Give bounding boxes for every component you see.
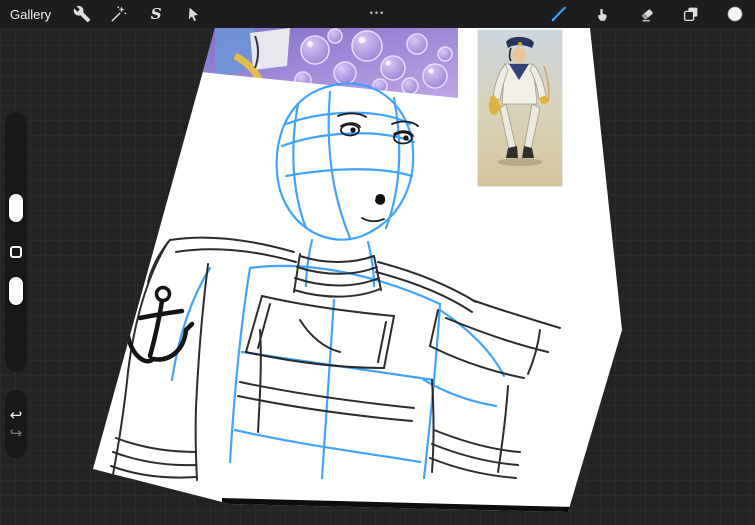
face-details <box>337 112 419 223</box>
undo-redo-panel: ↩ ↪ <box>5 390 27 458</box>
toolbar-left-group: Gallery S <box>0 2 205 26</box>
selection-button[interactable]: S <box>144 2 168 26</box>
actions-button[interactable] <box>70 2 94 26</box>
canvas-options-dots[interactable]: ••• <box>370 8 385 18</box>
opacity-slider-handle[interactable] <box>9 277 23 305</box>
redo-button[interactable]: ↪ <box>10 425 23 441</box>
eraser-icon <box>642 9 653 22</box>
gallery-button[interactable]: Gallery <box>10 7 51 22</box>
sketch-artwork <box>110 82 574 512</box>
color-button[interactable] <box>723 2 747 26</box>
bottom-black-bar <box>222 498 574 512</box>
color-circle-icon <box>727 6 743 22</box>
brush-size-slider-handle[interactable] <box>9 194 23 222</box>
paint-button[interactable] <box>547 2 571 26</box>
modify-button[interactable] <box>10 246 22 258</box>
layers-button[interactable] <box>679 2 703 26</box>
adjustments-button[interactable] <box>107 2 131 26</box>
top-toolbar: Gallery S ••• <box>0 0 755 28</box>
anchor-tattoo <box>119 285 195 364</box>
wrench-icon <box>73 5 91 23</box>
sidebar-slider-track[interactable] <box>5 112 27 372</box>
magic-wand-icon <box>111 6 127 22</box>
undo-button[interactable]: ↩ <box>10 407 23 423</box>
transform-button[interactable] <box>181 2 205 26</box>
transform-arrow-icon <box>188 7 198 21</box>
paintbrush-icon <box>551 6 566 22</box>
drawing-canvas[interactable] <box>93 28 622 512</box>
toolbar-right-group <box>547 2 755 26</box>
smudge-button[interactable] <box>591 2 615 26</box>
procreate-workspace: Gallery S ••• ↩ ↪ <box>0 0 755 525</box>
selection-s-icon: S <box>150 4 162 23</box>
layers-icon <box>683 7 698 22</box>
erase-button[interactable] <box>635 2 659 26</box>
smudge-finger-icon <box>598 8 607 21</box>
